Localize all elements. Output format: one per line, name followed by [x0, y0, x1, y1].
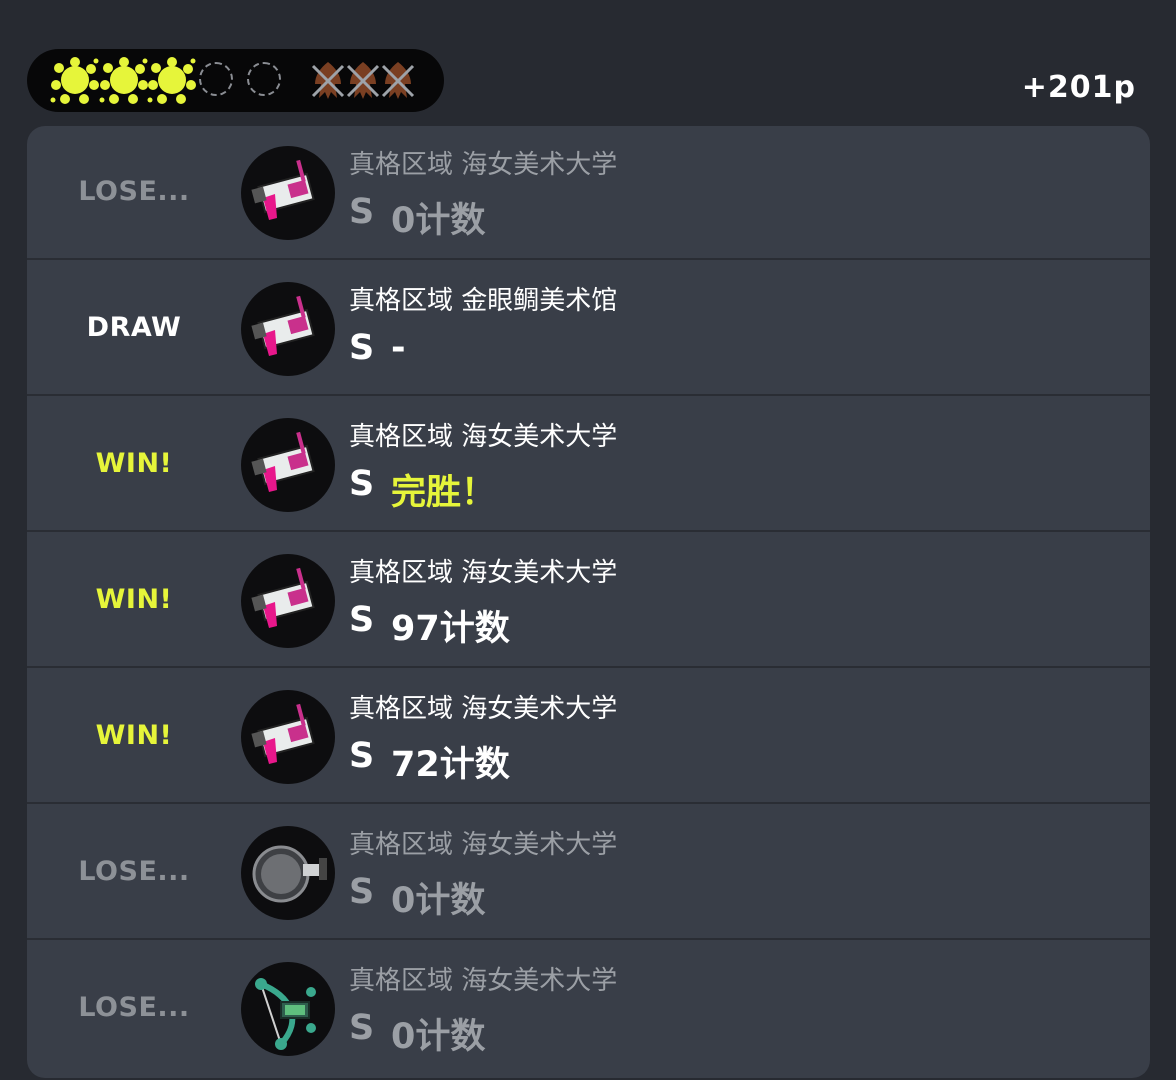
- stage-name: 真格区域 海女美术大学: [349, 694, 618, 724]
- match-score: -: [391, 328, 406, 368]
- win-splat-icon: [147, 57, 196, 104]
- match-result: LOSE...: [78, 992, 190, 1023]
- stage-name: 真格区域 海女美术大学: [349, 558, 618, 588]
- win-splat-icon: [50, 57, 99, 104]
- match-history-list: LOSE... 真格区域 海女美术大学 S 0计数 DRAW 真格区域 金眼鲷美…: [27, 126, 1150, 1078]
- stage-name: 真格区域 海女美术大学: [349, 150, 618, 180]
- splat-charger-icon: [241, 690, 335, 784]
- win-splat-icon: [99, 57, 148, 104]
- match-score: 0计数: [391, 1017, 486, 1057]
- splat-charger-icon: [241, 418, 335, 512]
- match-row[interactable]: DRAW 真格区域 金眼鲷美术馆 S -: [27, 262, 1150, 396]
- match-result: WIN!: [95, 448, 173, 479]
- match-result: WIN!: [95, 720, 173, 751]
- empty-win-slot-icon: [199, 62, 233, 96]
- match-score: 0计数: [391, 201, 486, 241]
- loss-squid-icon: [311, 60, 345, 100]
- match-summary-bar: [27, 49, 444, 112]
- frying-pan-weapon-icon: [241, 826, 335, 920]
- match-result: LOSE...: [78, 176, 190, 207]
- match-score: 完胜！: [391, 473, 497, 513]
- row-divider: [27, 530, 1150, 532]
- splat-charger-icon: [241, 146, 335, 240]
- match-score: 0计数: [391, 881, 486, 921]
- points-earned: +201p: [1021, 70, 1136, 105]
- stage-name: 真格区域 海女美术大学: [349, 422, 618, 452]
- loss-squid-icon: [381, 60, 415, 100]
- match-row[interactable]: LOSE... 真格区域 海女美术大学 S 0计数: [27, 942, 1150, 1076]
- row-divider: [27, 258, 1150, 260]
- row-divider: [27, 394, 1150, 396]
- rank-badge: S: [349, 464, 375, 504]
- match-row[interactable]: LOSE... 真格区域 海女美术大学 S 0计数: [27, 806, 1150, 940]
- empty-win-slot-icon: [247, 62, 281, 96]
- bow-weapon-icon: [241, 962, 335, 1056]
- match-score: 72计数: [391, 745, 510, 785]
- match-result: LOSE...: [78, 856, 190, 887]
- row-divider: [27, 666, 1150, 668]
- rank-badge: S: [349, 192, 375, 232]
- rank-badge: S: [349, 736, 375, 776]
- match-result: DRAW: [86, 312, 182, 343]
- stage-name: 真格区域 海女美术大学: [349, 966, 618, 996]
- match-row[interactable]: WIN! 真格区域 海女美术大学 S 完胜！: [27, 398, 1150, 532]
- match-row[interactable]: LOSE... 真格区域 海女美术大学 S 0计数: [27, 126, 1150, 260]
- rank-badge: S: [349, 872, 375, 912]
- row-divider: [27, 802, 1150, 804]
- match-row[interactable]: WIN! 真格区域 海女美术大学 S 97计数: [27, 534, 1150, 668]
- splat-charger-icon: [241, 282, 335, 376]
- splat-charger-icon: [241, 554, 335, 648]
- row-divider: [27, 938, 1150, 940]
- rank-badge: S: [349, 600, 375, 640]
- loss-squid-icon: [346, 60, 380, 100]
- stage-name: 真格区域 金眼鲷美术馆: [349, 286, 618, 316]
- stage-name: 真格区域 海女美术大学: [349, 830, 618, 860]
- match-result: WIN!: [95, 584, 173, 615]
- match-row[interactable]: WIN! 真格区域 海女美术大学 S 72计数: [27, 670, 1150, 804]
- rank-badge: S: [349, 328, 375, 368]
- rank-badge: S: [349, 1008, 375, 1048]
- match-score: 97计数: [391, 609, 510, 649]
